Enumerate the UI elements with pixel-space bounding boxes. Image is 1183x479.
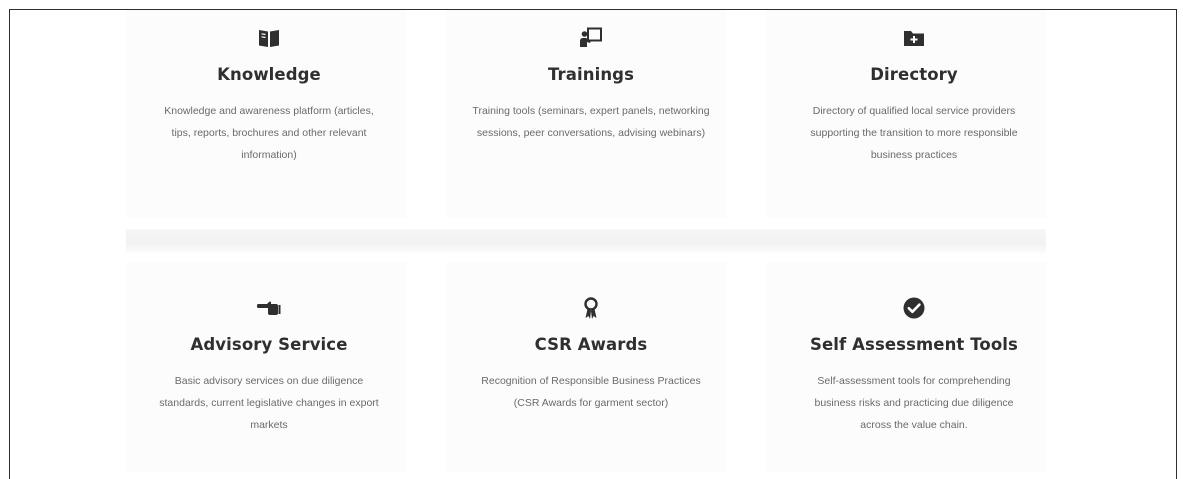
service-card-knowledge[interactable]: Knowledge Knowledge and awareness platfo… bbox=[124, 26, 414, 166]
book-icon bbox=[257, 26, 281, 50]
service-description: Recognition of Responsible Business Prac… bbox=[481, 375, 701, 409]
folder-plus-icon bbox=[902, 26, 926, 50]
service-title: Directory bbox=[870, 65, 958, 84]
service-title: Trainings bbox=[547, 65, 635, 84]
service-title: Knowledge bbox=[217, 65, 321, 84]
service-card-csr-awards[interactable]: CSR Awards Recognition of Responsible Bu… bbox=[446, 296, 736, 414]
award-icon bbox=[579, 296, 603, 320]
service-title: Advisory Service bbox=[190, 335, 348, 354]
service-description: Self-assessment tools for comprehending … bbox=[814, 375, 1014, 431]
service-description: Directory of qualified local service pro… bbox=[810, 105, 1018, 161]
service-description: Training tools (seminars, expert panels,… bbox=[472, 105, 710, 139]
service-card-trainings[interactable]: Trainings Training tools (seminars, expe… bbox=[446, 26, 736, 144]
check-circle-icon bbox=[902, 296, 926, 320]
service-card-advisory[interactable]: Advisory Service Basic advisory services… bbox=[124, 296, 414, 436]
service-card-directory[interactable]: Directory Directory of qualified local s… bbox=[769, 26, 1059, 166]
row-divider bbox=[126, 229, 1046, 253]
service-title: Self Assessment Tools bbox=[810, 335, 1018, 354]
presentation-icon bbox=[579, 26, 603, 50]
service-description: Basic advisory services on due diligence… bbox=[159, 375, 379, 431]
service-card-self-assessment[interactable]: Self Assessment Tools Self-assessment to… bbox=[769, 296, 1059, 436]
hand-pointing-icon bbox=[257, 296, 281, 320]
service-description: Knowledge and awareness platform (articl… bbox=[164, 105, 374, 161]
service-title: CSR Awards bbox=[534, 335, 648, 354]
